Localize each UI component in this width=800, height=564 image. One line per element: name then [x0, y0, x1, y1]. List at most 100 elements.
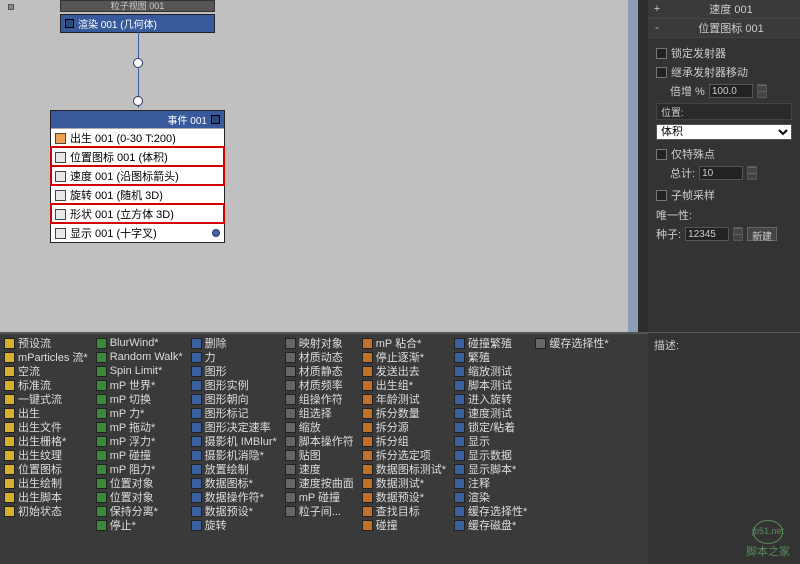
- operator-item[interactable]: mP 阻力*: [94, 462, 185, 476]
- operator-item[interactable]: 摄影机 IMBlur*: [189, 434, 279, 448]
- operator-item[interactable]: 停止*: [94, 518, 185, 532]
- event-operator-row[interactable]: 显示 001 (十字叉): [51, 223, 224, 242]
- operator-item[interactable]: 脚本操作符: [283, 434, 356, 448]
- operator-item[interactable]: 一键式流: [2, 392, 90, 406]
- operator-item[interactable]: mP 粘合*: [360, 336, 448, 350]
- operator-item[interactable]: 位置图标: [2, 462, 90, 476]
- spinner-seed[interactable]: [733, 227, 743, 241]
- operator-item[interactable]: mP 切换: [94, 392, 185, 406]
- operator-item[interactable]: 数据预设*: [360, 490, 448, 504]
- checkbox-lock-emitter[interactable]: [656, 48, 667, 59]
- operator-item[interactable]: mP 浮力*: [94, 434, 185, 448]
- operator-item[interactable]: 标准流: [2, 378, 90, 392]
- operator-item[interactable]: 年龄测试: [360, 392, 448, 406]
- operator-item[interactable]: mP 世界*: [94, 378, 185, 392]
- operator-item[interactable]: 出生组*: [360, 378, 448, 392]
- operator-item[interactable]: 删除: [189, 336, 279, 350]
- particle-view-canvas[interactable]: 粒子视图 001 渲染 001 (几何体) 事件 001 出生 001 (0-3…: [0, 0, 638, 332]
- operator-item[interactable]: 出生绘制: [2, 476, 90, 490]
- operator-item[interactable]: mP 拖动*: [94, 420, 185, 434]
- operator-item[interactable]: 停止逐渐*: [360, 350, 448, 364]
- operator-item[interactable]: 摄影机消隐*: [189, 448, 279, 462]
- operator-item[interactable]: 位置对象: [94, 490, 185, 504]
- input-seed[interactable]: [685, 227, 729, 241]
- operator-item[interactable]: 拆分选定项: [360, 448, 448, 462]
- event-operator-row[interactable]: 速度 001 (沿图标箭头): [51, 166, 224, 185]
- spinner-total[interactable]: [747, 166, 757, 180]
- operator-item[interactable]: 显示数据: [452, 448, 529, 462]
- operator-item[interactable]: 显示脚本*: [452, 462, 529, 476]
- operator-item[interactable]: Spin Limit*: [94, 364, 185, 378]
- operator-item[interactable]: mParticles 流*: [2, 350, 90, 364]
- operator-item[interactable]: 繁殖: [452, 350, 529, 364]
- operator-item[interactable]: 材质频率: [283, 378, 356, 392]
- operator-item[interactable]: 注释: [452, 476, 529, 490]
- operator-item[interactable]: 图形决定速率: [189, 420, 279, 434]
- operator-item[interactable]: 速度测试: [452, 406, 529, 420]
- operator-item[interactable]: 组选择: [283, 406, 356, 420]
- operator-item[interactable]: 拆分组: [360, 434, 448, 448]
- operator-item[interactable]: 拆分数量: [360, 406, 448, 420]
- operator-item[interactable]: 拆分源: [360, 420, 448, 434]
- checkbox-subframe[interactable]: [656, 190, 667, 201]
- operator-item[interactable]: 图形朝向: [189, 392, 279, 406]
- operator-item[interactable]: mP 力*: [94, 406, 185, 420]
- output-socket[interactable]: [212, 229, 220, 237]
- operator-item[interactable]: 锁定/粘着: [452, 420, 529, 434]
- spinner-multiplier[interactable]: [757, 84, 767, 98]
- operator-item[interactable]: 数据图标测试*: [360, 462, 448, 476]
- operator-item[interactable]: 速度: [283, 462, 356, 476]
- expand-icon[interactable]: +: [652, 3, 662, 15]
- operator-item[interactable]: 材质静态: [283, 364, 356, 378]
- operator-item[interactable]: 缩放: [283, 420, 356, 434]
- operator-item[interactable]: 预设流: [2, 336, 90, 350]
- operator-item[interactable]: 空流: [2, 364, 90, 378]
- operator-item[interactable]: 放置绘制: [189, 462, 279, 476]
- inspector-header-speed[interactable]: + 速度 001: [648, 0, 800, 19]
- operator-item[interactable]: 图形实例: [189, 378, 279, 392]
- operator-item[interactable]: 粒子间...: [283, 504, 356, 518]
- operator-item[interactable]: 组操作符: [283, 392, 356, 406]
- event-operator-row[interactable]: 形状 001 (立方体 3D): [51, 204, 224, 223]
- collapse-icon[interactable]: -: [652, 22, 662, 34]
- operator-item[interactable]: 材质动态: [283, 350, 356, 364]
- operator-item[interactable]: 缩放测试: [452, 364, 529, 378]
- checkbox-special-points[interactable]: [656, 149, 667, 160]
- operator-item[interactable]: 渲染: [452, 490, 529, 504]
- flow-title-bar[interactable]: 粒子视图 001: [60, 0, 215, 12]
- node-event-001[interactable]: 事件 001 出生 001 (0-30 T:200)位置图标 001 (体积)速…: [50, 110, 225, 243]
- operator-item[interactable]: 出生: [2, 406, 90, 420]
- operator-item[interactable]: 贴图: [283, 448, 356, 462]
- operator-item[interactable]: 出生文件: [2, 420, 90, 434]
- event-operator-row[interactable]: 出生 001 (0-30 T:200): [51, 128, 224, 147]
- operator-item[interactable]: 旋转: [189, 518, 279, 532]
- operator-item[interactable]: 位置对象: [94, 476, 185, 490]
- connector-socket-bottom[interactable]: [133, 96, 143, 106]
- event-operator-row[interactable]: 旋转 001 (随机 3D): [51, 185, 224, 204]
- operator-item[interactable]: 速度按曲面: [283, 476, 356, 490]
- event-operator-row[interactable]: 位置图标 001 (体积): [51, 147, 224, 166]
- operator-item[interactable]: 出生纹理: [2, 448, 90, 462]
- operator-item[interactable]: 显示: [452, 434, 529, 448]
- operator-item[interactable]: 初始状态: [2, 504, 90, 518]
- connector-socket-top[interactable]: [133, 58, 143, 68]
- operator-item[interactable]: 出生栅格*: [2, 434, 90, 448]
- operator-item[interactable]: 缓存选择性*: [533, 336, 610, 350]
- input-multiplier[interactable]: [709, 84, 753, 98]
- operator-item[interactable]: BlurWind*: [94, 336, 185, 350]
- operator-item[interactable]: 缓存磁盘*: [452, 518, 529, 532]
- operator-item[interactable]: 进入旋转: [452, 392, 529, 406]
- operator-item[interactable]: 碰撞繁殖: [452, 336, 529, 350]
- operator-item[interactable]: 图形标记: [189, 406, 279, 420]
- operator-item[interactable]: 数据图标*: [189, 476, 279, 490]
- operator-item[interactable]: 图形: [189, 364, 279, 378]
- operator-item[interactable]: 映射对象: [283, 336, 356, 350]
- node-event-title-bar[interactable]: 事件 001: [51, 111, 224, 128]
- operator-item[interactable]: 数据预设*: [189, 504, 279, 518]
- inspector-header-position[interactable]: - 位置图标 001: [648, 19, 800, 38]
- operator-item[interactable]: 查找目标: [360, 504, 448, 518]
- operator-item[interactable]: mP 碰撞: [283, 490, 356, 504]
- operator-item[interactable]: 缓存选择性*: [452, 504, 529, 518]
- operator-item[interactable]: 碰撞: [360, 518, 448, 532]
- operator-item[interactable]: 出生脚本: [2, 490, 90, 504]
